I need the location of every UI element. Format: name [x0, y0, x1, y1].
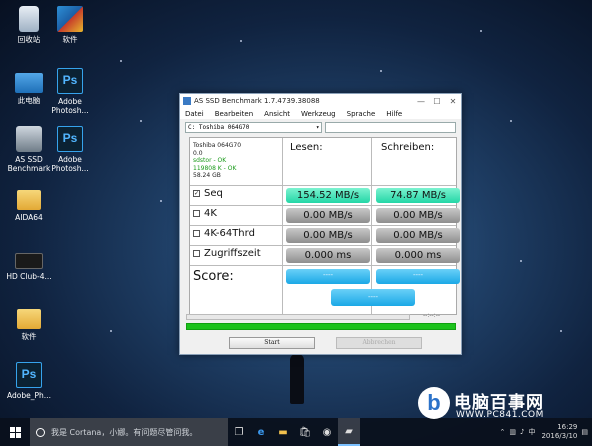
score-label: Score:: [193, 269, 234, 284]
this-pc-icon: [15, 73, 43, 93]
desktop-icon-software-folder[interactable]: 软件: [0, 305, 58, 341]
checkbox-4k[interactable]: [193, 210, 200, 217]
app-icon: [183, 97, 191, 105]
column-header-read: Lesen:: [290, 142, 323, 153]
as-ssd-taskbar-icon[interactable]: ▰: [338, 418, 360, 446]
as-ssd-window: AS SSD Benchmark 1.7.4739.38088 — ☐ ✕ Da…: [179, 93, 462, 355]
overall-progress-bar: [186, 323, 456, 330]
divider: [282, 138, 283, 314]
divider: [190, 265, 456, 266]
test-row-access-time[interactable]: Zugriffszeit: [193, 248, 261, 259]
watermark-url: WWW.PC841.COM: [456, 410, 544, 420]
test-label-seq: Seq: [204, 188, 223, 199]
column-header-write: Schreiben:: [381, 142, 435, 153]
winrar-icon: [57, 6, 83, 32]
menu-bar: Datei Bearbeiten Ansicht Werkzeug Sprach…: [180, 108, 461, 119]
divider: [190, 205, 456, 206]
window-title: AS SSD Benchmark 1.7.4739.38088: [194, 97, 320, 105]
menu-datei[interactable]: Datei: [185, 110, 204, 118]
drive-bar: C: Toshiba 064G70 ▾: [180, 121, 461, 134]
photoshop-icon: Ps: [16, 362, 42, 388]
score-write: ----: [376, 269, 460, 284]
progress-time: --:--:--: [423, 312, 441, 319]
windows-logo-icon: [9, 426, 21, 438]
search-placeholder: 我是 Cortana，小娜。有问题尽管问我。: [51, 427, 198, 437]
benchmark-grid: Toshiba 064G70 0.0 sdstor - OK 119808 K …: [189, 137, 460, 315]
watermark-logo: b: [418, 387, 450, 419]
cortana-search-box[interactable]: 我是 Cortana，小娜。有问题尽管问我。: [30, 418, 228, 446]
test-label-4k-64thrd: 4K-64Thrd: [204, 228, 255, 239]
drive-select-value: C: Toshiba 064G70: [188, 124, 250, 131]
result-seq-read: 154.52 MB/s: [286, 188, 370, 203]
minimize-button[interactable]: —: [413, 97, 429, 106]
drive-alignment-status: 119808 K - OK: [193, 164, 237, 172]
desktop-icon-photoshop-3[interactable]: Ps Adobe_Ph...: [0, 362, 58, 400]
drive-size: 58.24 GB: [193, 172, 221, 179]
checkbox-access-time[interactable]: [193, 250, 200, 257]
watermark: b 电脑百事网 WWW.PC841.COM: [418, 385, 590, 443]
photoshop-icon: Ps: [57, 68, 83, 94]
close-button[interactable]: ✕: [445, 97, 461, 106]
test-progress-bar: [186, 314, 410, 320]
test-row-seq[interactable]: ✓ Seq: [193, 188, 223, 199]
cortana-icon: [36, 427, 45, 437]
divider: [190, 245, 456, 246]
file-explorer-icon[interactable]: ▬: [272, 418, 294, 446]
edge-browser-icon[interactable]: e: [250, 418, 272, 446]
maximize-button[interactable]: ☐: [429, 97, 445, 106]
media-icon[interactable]: ◉: [316, 418, 338, 446]
result-access-time-write: 0.000 ms: [376, 248, 460, 263]
drive-select[interactable]: C: Toshiba 064G70 ▾: [185, 122, 323, 133]
title-bar[interactable]: AS SSD Benchmark 1.7.4739.38088 — ☐ ✕: [180, 94, 461, 108]
menu-sprache[interactable]: Sprache: [347, 110, 376, 118]
person-silhouette: [290, 354, 304, 404]
divider: [371, 138, 372, 314]
result-4k-write: 0.00 MB/s: [376, 208, 460, 223]
desktop-icon-hdclub[interactable]: HD Club-4...: [0, 247, 58, 281]
menu-bearbeiten[interactable]: Bearbeiten: [215, 110, 253, 118]
desktop-icon-software[interactable]: 软件: [41, 6, 99, 44]
desktop-icon-aida64[interactable]: AIDA64: [0, 186, 58, 222]
store-icon[interactable]: 🛍: [294, 418, 316, 446]
chevron-down-icon: ▾: [315, 124, 320, 131]
result-seq-write: 74.87 MB/s: [376, 188, 460, 203]
drive-firmware: 0.0: [193, 149, 203, 157]
photoshop-icon: Ps: [57, 126, 83, 152]
result-4k-64thrd-read: 0.00 MB/s: [286, 228, 370, 243]
start-button[interactable]: [0, 418, 30, 446]
start-button[interactable]: Start: [229, 337, 315, 349]
task-view-icon[interactable]: ❐: [228, 418, 250, 446]
test-row-4k[interactable]: 4K: [193, 208, 217, 219]
divider: [190, 185, 456, 186]
test-label-4k: 4K: [204, 208, 217, 219]
abort-button[interactable]: Abbrechen: [336, 337, 422, 349]
drive-model: Toshiba 064G70: [193, 142, 242, 149]
menu-ansicht[interactable]: Ansicht: [264, 110, 290, 118]
result-4k-64thrd-write: 0.00 MB/s: [376, 228, 460, 243]
menu-werkzeug[interactable]: Werkzeug: [301, 110, 336, 118]
result-4k-read: 0.00 MB/s: [286, 208, 370, 223]
score-total: ----: [331, 289, 415, 306]
folder-icon: [17, 190, 41, 210]
drive-driver-status: sdstor - OK: [193, 157, 227, 164]
checkbox-4k-64thrd[interactable]: [193, 230, 200, 237]
test-label-access-time: Zugriffszeit: [204, 248, 261, 259]
recycle-bin-icon: [19, 6, 39, 32]
as-ssd-icon: [16, 126, 42, 152]
result-access-time-read: 0.000 ms: [286, 248, 370, 263]
desktop-icon-photoshop-1[interactable]: Ps Adobe Photosh...: [41, 68, 99, 115]
test-row-4k-64thrd[interactable]: 4K-64Thrd: [193, 228, 255, 239]
menu-hilfe[interactable]: Hilfe: [386, 110, 402, 118]
info-textbox[interactable]: [325, 122, 456, 133]
hdclub-icon: [15, 253, 43, 269]
folder-icon: [17, 309, 41, 329]
divider: [190, 225, 456, 226]
checkbox-seq[interactable]: ✓: [193, 190, 200, 197]
desktop-icon-photoshop-2[interactable]: Ps Adobe Photosh...: [41, 126, 99, 173]
score-read: ----: [286, 269, 370, 284]
drive-info: Toshiba 064G70 0.0 sdstor - OK 119808 K …: [193, 142, 241, 180]
